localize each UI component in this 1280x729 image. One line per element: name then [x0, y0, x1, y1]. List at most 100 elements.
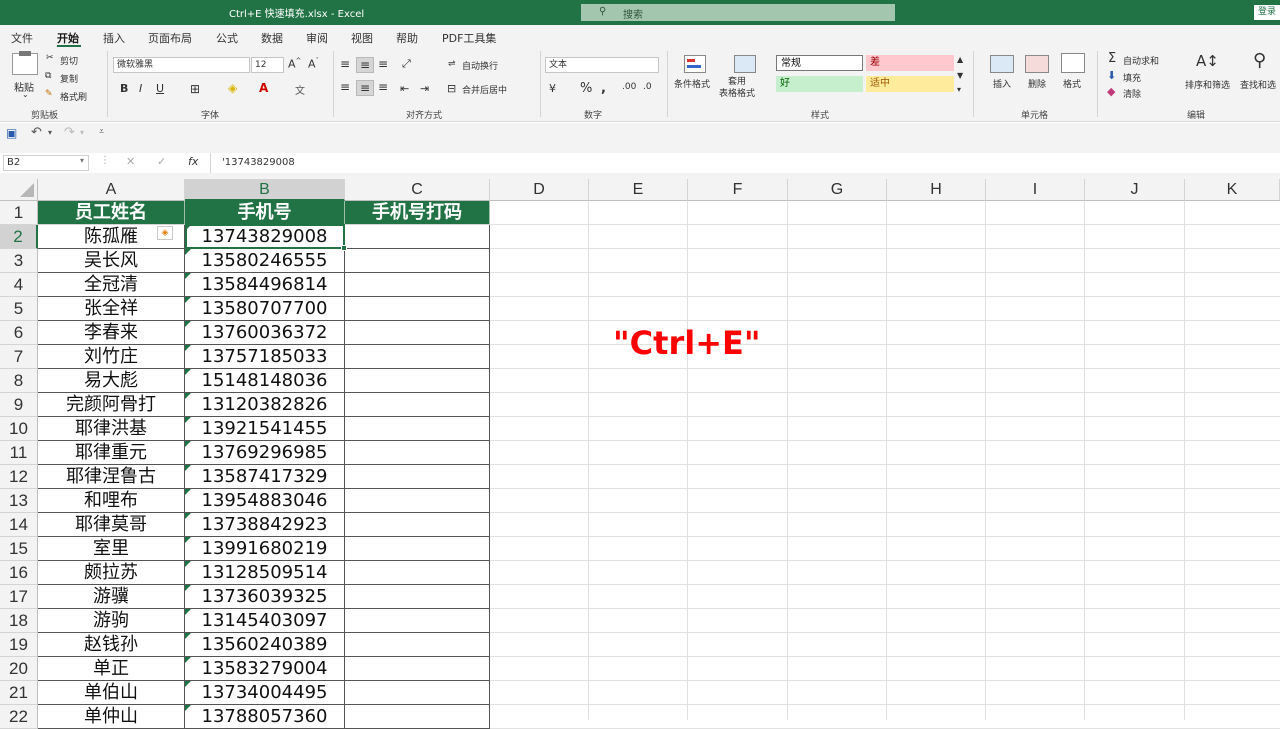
find-icon[interactable]: ⚲	[1253, 50, 1266, 71]
masked-phone-cell[interactable]	[345, 393, 490, 417]
masked-phone-cell[interactable]	[345, 441, 490, 465]
name-cell[interactable]: 全冠清	[38, 273, 185, 297]
phone-cell[interactable]: 13560240389	[185, 633, 345, 657]
insert-cells-icon[interactable]	[990, 55, 1014, 73]
row-header-7[interactable]: 7	[0, 345, 38, 369]
column-header-d[interactable]: D	[490, 179, 589, 201]
select-all-button[interactable]	[0, 179, 38, 201]
row-header-10[interactable]: 10	[0, 417, 38, 441]
name-cell[interactable]: 刘竹庄	[38, 345, 185, 369]
name-cell[interactable]: 单伯山	[38, 681, 185, 705]
phone-cell[interactable]: 13954883046	[185, 489, 345, 513]
save-icon[interactable]: ▣	[6, 126, 17, 140]
column-header-g[interactable]: G	[788, 179, 887, 201]
border-icon[interactable]: ⊞	[190, 82, 200, 96]
align-center-icon[interactable]: ≡	[356, 80, 374, 96]
column-header-k[interactable]: K	[1185, 179, 1280, 201]
tab-page-layout[interactable]: 页面布局	[148, 30, 192, 46]
row-header-14[interactable]: 14	[0, 513, 38, 537]
table-format-button[interactable]: 套用 表格格式	[719, 76, 755, 100]
wrap-text-icon[interactable]: ⇌	[448, 59, 456, 69]
decrease-indent-icon[interactable]: ⇤	[400, 82, 409, 95]
phone-cell[interactable]: 13587417329	[185, 465, 345, 489]
name-cell[interactable]: 张全祥	[38, 297, 185, 321]
spreadsheet-grid[interactable]: A B C D E F G H I J K 1 员工姓名 手机号 手机号打码 2 陈孤雁 13743829008 3…	[0, 179, 1280, 729]
masked-phone-cell[interactable]	[345, 681, 490, 705]
italic-icon[interactable]: I	[139, 82, 142, 95]
row-header-11[interactable]: 11	[0, 441, 38, 465]
delete-cells-button[interactable]: 删除	[1028, 77, 1046, 90]
row-header-15[interactable]: 15	[0, 537, 38, 561]
phone-cell[interactable]: 13145403097	[185, 609, 345, 633]
tab-help[interactable]: 帮助	[396, 30, 418, 46]
format-cells-icon[interactable]	[1061, 53, 1085, 73]
comma-icon[interactable]: ,	[601, 81, 606, 96]
masked-phone-cell[interactable]	[345, 321, 490, 345]
autosum-icon[interactable]: Σ	[1108, 51, 1116, 66]
copy-icon[interactable]: ⧉	[45, 71, 51, 81]
phone-cell[interactable]: 13120382826	[185, 393, 345, 417]
column-header-e[interactable]: E	[589, 179, 688, 201]
name-cell[interactable]: 耶律重元	[38, 441, 185, 465]
paste-options-icon[interactable]: ◈	[157, 226, 173, 240]
phone-cell[interactable]: 13736039325	[185, 585, 345, 609]
find-select-button[interactable]: 查找和选	[1240, 78, 1276, 91]
redo-icon[interactable]: ↷	[64, 125, 75, 140]
format-painter-icon[interactable]: ✎	[45, 89, 53, 99]
phone-cell[interactable]: 13580707700	[185, 297, 345, 321]
name-cell[interactable]: 赵钱孙	[38, 633, 185, 657]
tab-data[interactable]: 数据	[261, 30, 283, 46]
search-box[interactable]: ⚲ 搜索	[581, 4, 895, 21]
masked-phone-cell[interactable]	[345, 273, 490, 297]
bold-icon[interactable]: B	[120, 82, 128, 95]
column-header-i[interactable]: I	[986, 179, 1085, 201]
row-header-9[interactable]: 9	[0, 393, 38, 417]
enter-icon[interactable]: ✓	[157, 155, 166, 168]
currency-icon[interactable]: ¥	[549, 82, 556, 95]
column-header-a[interactable]: A	[38, 179, 185, 201]
phonetic-icon[interactable]: 文	[295, 82, 305, 97]
row-header-5[interactable]: 5	[0, 297, 38, 321]
name-cell[interactable]: 易大彪	[38, 369, 185, 393]
phone-cell[interactable]: 13921541455	[185, 417, 345, 441]
masked-phone-cell[interactable]	[345, 561, 490, 585]
login-button[interactable]: 登录	[1254, 5, 1280, 20]
font-name-dropdown[interactable]: 微软雅黑	[113, 57, 250, 73]
sort-filter-button[interactable]: 排序和筛选	[1185, 78, 1230, 91]
masked-phone-cell[interactable]	[345, 225, 490, 249]
styles-scroll-down-icon[interactable]: ▼	[957, 71, 963, 80]
increase-decimal-icon[interactable]: .00	[622, 82, 636, 92]
masked-phone-cell[interactable]	[345, 249, 490, 273]
header-cell-b[interactable]: 手机号	[185, 201, 345, 225]
cancel-icon[interactable]: ✕	[126, 155, 135, 168]
formula-input[interactable]: '13743829008	[222, 157, 295, 168]
undo-icon[interactable]: ↶	[31, 125, 42, 140]
phone-cell[interactable]: 13583279004	[185, 657, 345, 681]
row-header-17[interactable]: 17	[0, 585, 38, 609]
masked-phone-cell[interactable]	[345, 609, 490, 633]
phone-cell[interactable]: 13760036372	[185, 321, 345, 345]
tab-pdf-tools[interactable]: PDF工具集	[442, 30, 496, 46]
row-header-13[interactable]: 13	[0, 489, 38, 513]
name-cell[interactable]: 游骥	[38, 585, 185, 609]
phone-cell[interactable]: 13738842923	[185, 513, 345, 537]
masked-phone-cell[interactable]	[345, 585, 490, 609]
font-color-icon[interactable]: A	[259, 81, 268, 95]
conditional-format-icon[interactable]	[684, 55, 706, 73]
row-header-8[interactable]: 8	[0, 369, 38, 393]
autosum-button[interactable]: 自动求和	[1123, 54, 1159, 67]
tab-review[interactable]: 审阅	[306, 30, 328, 46]
masked-phone-cell[interactable]	[345, 705, 490, 729]
fill-button[interactable]: 填充	[1123, 71, 1141, 84]
masked-phone-cell[interactable]	[345, 297, 490, 321]
clear-button[interactable]: 清除	[1123, 87, 1141, 100]
name-box-dropdown-icon[interactable]: ▾	[80, 156, 84, 165]
percent-icon[interactable]: %	[580, 81, 592, 96]
tab-formulas[interactable]: 公式	[216, 30, 238, 46]
row-header-18[interactable]: 18	[0, 609, 38, 633]
phone-cell[interactable]: 13788057360	[185, 705, 345, 729]
masked-phone-cell[interactable]	[345, 537, 490, 561]
decrease-decimal-icon[interactable]: .0	[643, 82, 652, 92]
phone-cell[interactable]: 13734004495	[185, 681, 345, 705]
name-cell[interactable]: 完颜阿骨打	[38, 393, 185, 417]
